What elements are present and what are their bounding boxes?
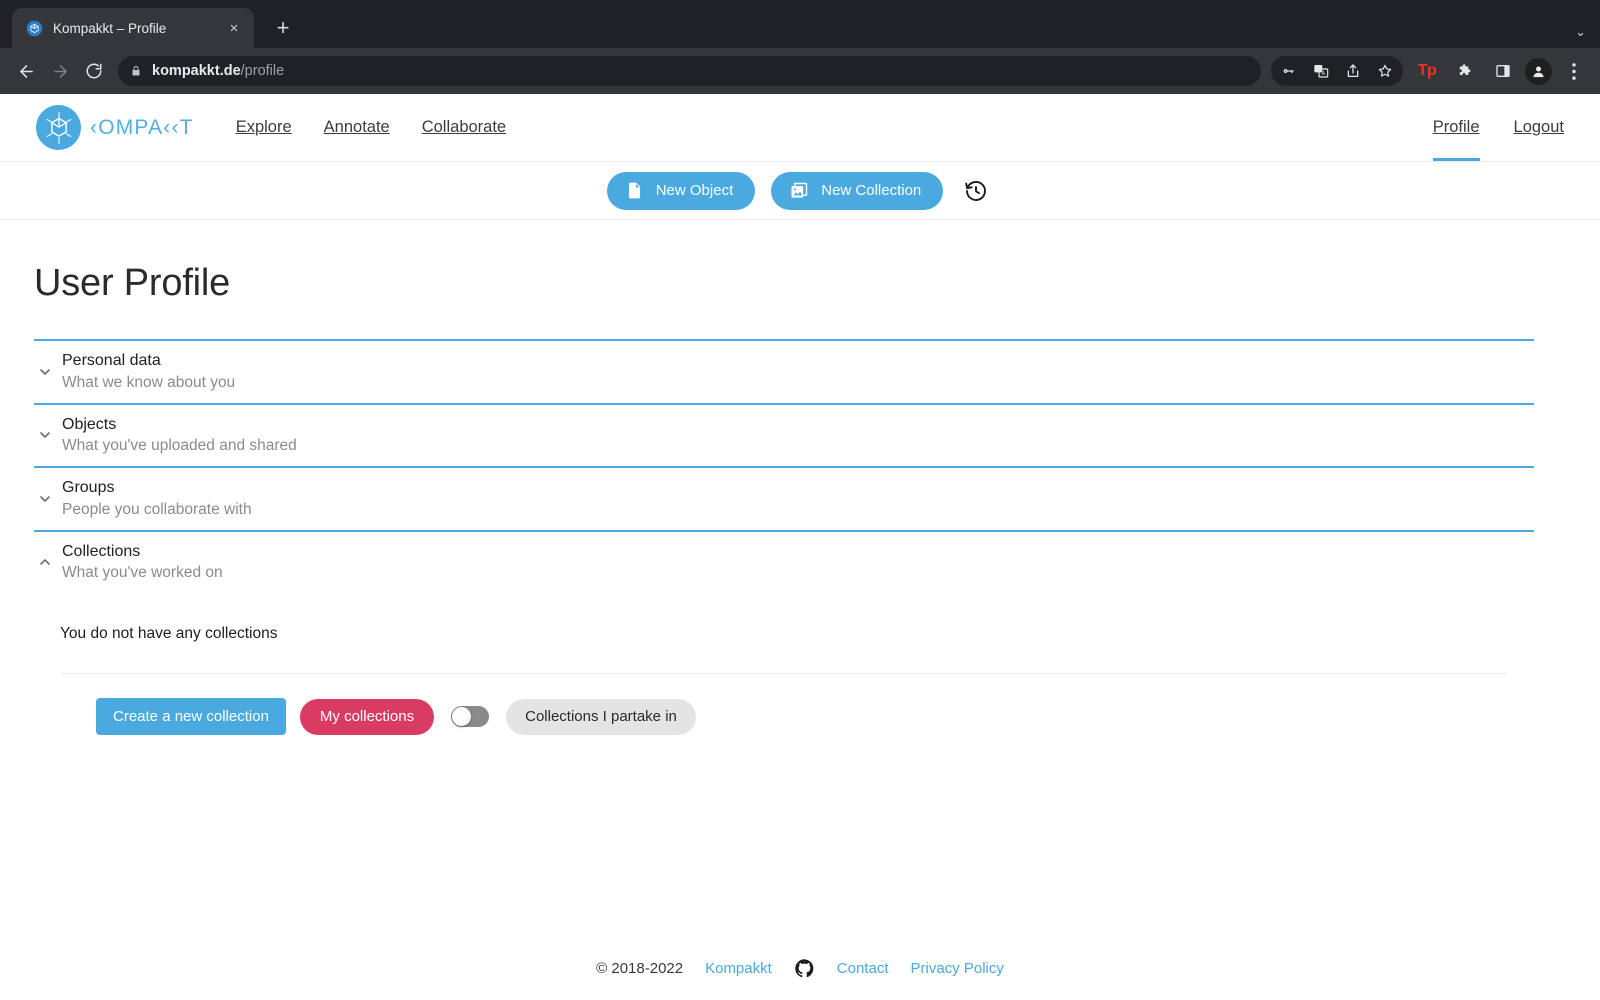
bookmark-star-icon[interactable] — [1371, 57, 1399, 85]
forward-icon[interactable] — [44, 55, 76, 87]
chevron-down-icon[interactable] — [34, 424, 56, 446]
kompakkt-cube-icon — [26, 19, 43, 37]
svg-text:A: A — [1322, 71, 1326, 77]
accordion-header[interactable]: Objects What you've uploaded and shared — [34, 405, 1534, 467]
url-domain: kompakkt.de — [152, 63, 241, 79]
accordion-subtitle: People you collaborate with — [62, 500, 252, 518]
collections-filter-toggle[interactable] — [451, 706, 490, 728]
collections-button-row: Create a new collection My collections C… — [60, 674, 1534, 736]
accordion-header[interactable]: Groups People you collaborate with — [34, 468, 1534, 530]
accordion-subtitle: What we know about you — [62, 373, 236, 391]
side-panel-icon[interactable] — [1487, 55, 1519, 87]
accordion-item-groups[interactable]: Groups People you collaborate with — [34, 468, 1534, 532]
nav-link-logout[interactable]: Logout — [1514, 94, 1564, 161]
accordion-texts: Personal data What we know about you — [62, 350, 235, 394]
site-footer: © 2018-2022 Kompakkt Contact Privacy Pol… — [0, 936, 1600, 1000]
user-nav: Profile Logout — [1432, 94, 1564, 161]
browser-tab-title: Kompakkt – Profile — [53, 20, 167, 36]
toggle-knob — [452, 707, 472, 727]
profile-avatar-icon[interactable] — [1525, 57, 1552, 85]
extension-icon-group: Tp — [1411, 55, 1590, 87]
translate-icon[interactable]: A — [1307, 57, 1335, 85]
new-collection-button[interactable]: New Collection — [771, 171, 944, 210]
chrome-menu-icon[interactable] — [1558, 55, 1590, 87]
chevron-down-icon[interactable]: ⌄ — [1575, 25, 1586, 38]
nav-link-profile[interactable]: Profile — [1432, 94, 1480, 161]
action-toolbar: New Object New Collection — [0, 162, 1600, 220]
accordion-texts: Groups People you collaborate with — [62, 477, 252, 521]
new-collection-label: New Collection — [821, 182, 922, 199]
brand-logo-link[interactable]: ‹OMPA‹‹T — [36, 105, 194, 150]
main-nav: Explore Annotate Collaborate — [236, 118, 506, 137]
collections-empty-message: You do not have any collections — [60, 625, 278, 643]
accordion-header[interactable]: Personal data What we know about you — [34, 341, 1534, 403]
file-document-icon — [625, 181, 644, 200]
accordion-title: Personal data — [62, 352, 161, 369]
site-navbar: ‹OMPA‹‹T Explore Annotate Collaborate Pr… — [0, 94, 1600, 162]
back-icon[interactable] — [10, 55, 42, 87]
browser-window: Kompakkt – Profile × + ⌄ kompakkt.de/pro… — [0, 0, 1600, 1000]
nav-link-annotate[interactable]: Annotate — [324, 118, 390, 137]
accordion-subtitle: What you've worked on — [62, 564, 223, 582]
chevron-down-icon[interactable] — [34, 488, 56, 510]
profile-accordion: Personal data What we know about you Obj… — [34, 339, 1534, 736]
create-collection-button[interactable]: Create a new collection — [96, 698, 286, 736]
accordion-title: Groups — [62, 479, 115, 497]
partake-collections-filter-button[interactable]: Collections I partake in — [506, 698, 696, 735]
nav-link-collaborate[interactable]: Collaborate — [422, 118, 506, 137]
password-key-icon[interactable] — [1275, 57, 1303, 85]
lock-icon — [130, 65, 142, 77]
footer-link-privacy[interactable]: Privacy Policy — [911, 960, 1004, 977]
share-icon[interactable] — [1339, 57, 1367, 85]
accordion-item-objects[interactable]: Objects What you've uploaded and shared — [34, 405, 1534, 469]
history-restore-icon[interactable] — [959, 174, 993, 208]
browser-toolbar: kompakkt.de/profile A Tp — [0, 48, 1600, 94]
page-content: ‹OMPA‹‹T Explore Annotate Collaborate Pr… — [0, 94, 1600, 1000]
tp-extension-icon[interactable]: Tp — [1411, 55, 1443, 87]
reload-icon[interactable] — [78, 55, 110, 87]
footer-brand-link[interactable]: Kompakkt — [705, 960, 772, 977]
new-tab-button[interactable]: + — [268, 13, 298, 43]
github-icon[interactable] — [794, 958, 815, 979]
accordion-title: Collections — [62, 542, 141, 560]
new-object-label: New Object — [655, 182, 734, 199]
kompakkt-logo-icon — [36, 105, 81, 150]
address-bar-url: kompakkt.de/profile — [152, 63, 284, 79]
my-collections-filter-button[interactable]: My collections — [299, 698, 435, 735]
omnibox-action-group: A — [1271, 56, 1403, 86]
photo-library-icon — [789, 181, 809, 201]
new-object-button[interactable]: New Object — [606, 171, 756, 210]
browser-tab[interactable]: Kompakkt – Profile × — [12, 8, 254, 48]
accordion-texts: Collections What you've worked on — [62, 541, 223, 585]
collections-panel: You do not have any collections Create a… — [34, 593, 1534, 736]
brand-wordmark: ‹OMPA‹‹T — [90, 115, 194, 139]
footer-copyright: © 2018-2022 — [596, 959, 684, 977]
nav-link-explore[interactable]: Explore — [236, 118, 292, 137]
accordion-item-collections[interactable]: Collections What you've worked on You do… — [34, 532, 1534, 736]
page-title: User Profile — [34, 262, 231, 304]
accordion-texts: Objects What you've uploaded and shared — [62, 414, 297, 458]
accordion-header[interactable]: Collections What you've worked on — [34, 532, 1534, 594]
footer-link-contact[interactable]: Contact — [837, 960, 889, 977]
close-icon[interactable]: × — [224, 18, 244, 38]
accordion-title: Objects — [62, 415, 117, 433]
chevron-up-icon[interactable] — [34, 551, 56, 573]
main-content: User Profile Personal data What we know … — [0, 220, 1600, 1000]
browser-tabstrip: Kompakkt – Profile × + ⌄ — [0, 0, 1600, 48]
accordion-subtitle: What you've uploaded and shared — [62, 437, 297, 455]
url-path: /profile — [240, 63, 285, 79]
accordion-item-personal-data[interactable]: Personal data What we know about you — [34, 341, 1534, 405]
address-bar[interactable]: kompakkt.de/profile — [118, 56, 1261, 86]
extensions-puzzle-icon[interactable] — [1449, 55, 1481, 87]
chevron-down-icon[interactable] — [34, 361, 56, 383]
